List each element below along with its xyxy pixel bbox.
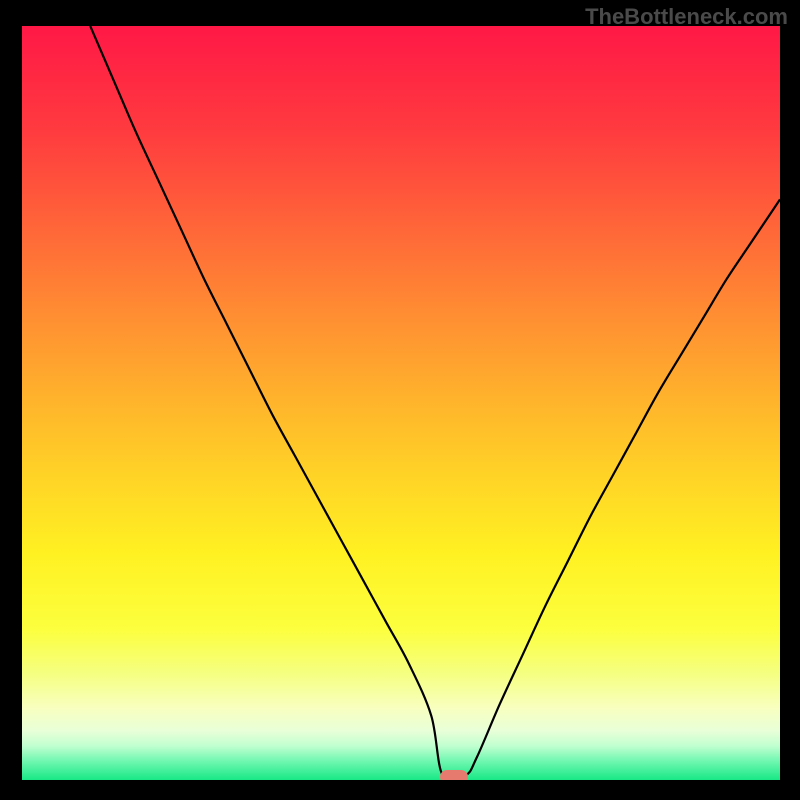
optimal-marker xyxy=(440,770,468,780)
plot-area xyxy=(22,26,780,780)
watermark-label: TheBottleneck.com xyxy=(585,4,788,30)
chart-svg xyxy=(22,26,780,780)
gradient-background xyxy=(22,26,780,780)
chart-frame: TheBottleneck.com xyxy=(0,0,800,800)
